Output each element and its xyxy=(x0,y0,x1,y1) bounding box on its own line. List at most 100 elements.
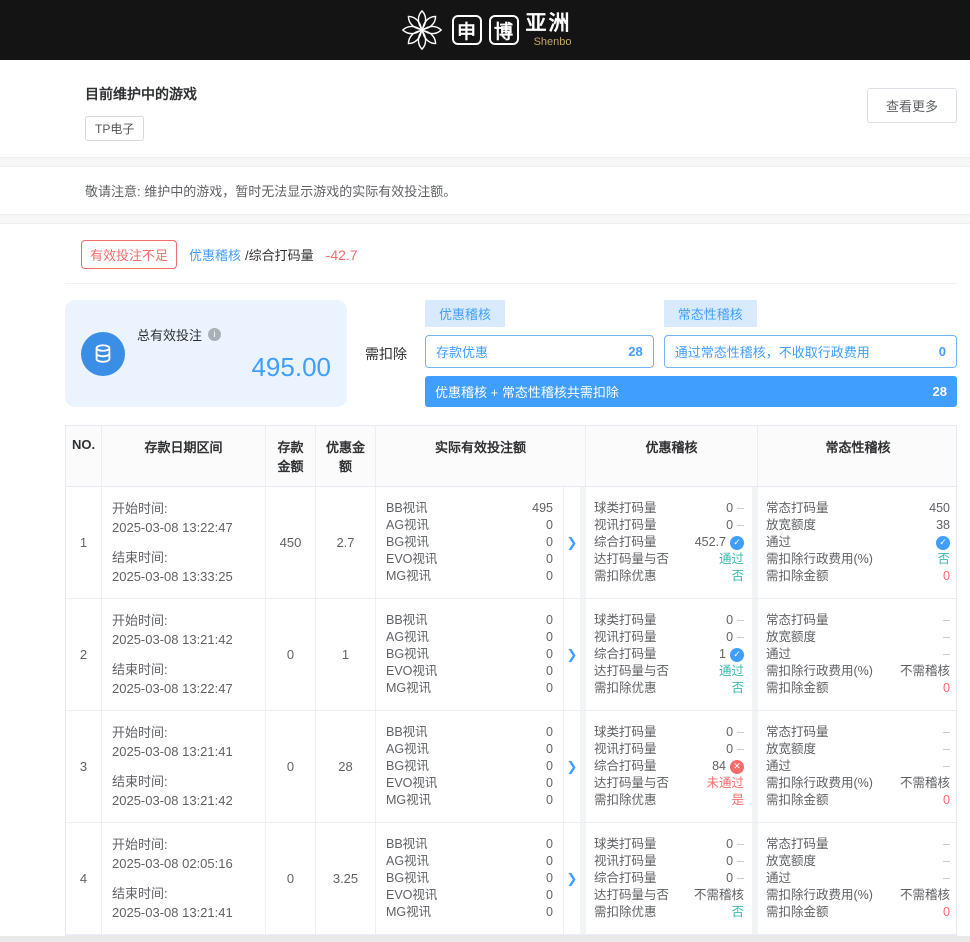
dash-icon: – xyxy=(737,853,744,870)
maintenance-notice: 敬请注意: 维护中的游戏，暂时无法显示游戏的实际有效投注额。 xyxy=(65,167,957,214)
audit-item-value-wrap: 38 xyxy=(936,517,950,534)
logo-region-text: 亚洲 xyxy=(526,13,572,34)
promo-deduction-value: 28 xyxy=(628,344,642,359)
table-row: 4开始时间:2025-03-08 02:05:16结束时间:2025-03-08… xyxy=(66,823,956,935)
section-divider xyxy=(0,214,970,224)
logo-flower-icon xyxy=(399,7,445,53)
tab-normal-audit[interactable]: 常态性稽核 xyxy=(664,300,757,327)
audit-item: 球类打码量0– xyxy=(594,836,744,853)
bet-platform-value: 0 xyxy=(546,741,553,758)
chevron-right-icon[interactable]: ❯ xyxy=(567,759,578,775)
bet-platform-label: EVO视讯 xyxy=(386,887,437,904)
composite-volume-value: -42.7 xyxy=(326,247,358,263)
deposit-date-range: 开始时间:2025-03-08 02:05:16结束时间:2025-03-08 … xyxy=(102,823,266,935)
end-time-value: 2025-03-08 13:33:25 xyxy=(112,567,257,587)
deposit-date-range: 开始时间:2025-03-08 13:21:41结束时间:2025-03-08 … xyxy=(102,711,266,823)
end-time-label: 结束时间: xyxy=(112,548,257,568)
promo-deduction-label: 存款优惠 xyxy=(436,342,488,361)
audit-item-label: 需扣除行政费用(%) xyxy=(766,775,873,792)
audit-item: 放宽额度 – xyxy=(766,741,950,758)
audit-item-value: – xyxy=(943,724,950,741)
bet-platform-row: EVO视讯0 xyxy=(386,551,553,568)
audit-item-value: 0 xyxy=(726,500,733,517)
row-number: 2 xyxy=(66,599,102,711)
bonus-amount: 2.7 xyxy=(316,487,376,599)
check-icon: ✓ xyxy=(730,648,744,662)
audit-item-value: 不需稽核 xyxy=(900,775,950,792)
deposit-amount: 0 xyxy=(266,599,316,711)
audit-item-value-wrap: 否 xyxy=(731,904,744,921)
chevron-right-icon[interactable]: ❯ xyxy=(567,535,578,551)
end-time-label: 结束时间: xyxy=(112,772,257,792)
bet-platform-row: MG视讯0 xyxy=(386,792,553,809)
audit-item-value-wrap: 0– xyxy=(726,870,744,887)
audit-item-value-wrap: 不需稽核 xyxy=(900,775,950,792)
audit-item-value: – xyxy=(943,629,950,646)
bet-platform-row: BG视讯0 xyxy=(386,870,553,887)
header-no: NO. xyxy=(66,426,102,487)
audit-item-value: 0 xyxy=(726,836,733,853)
audit-item-label: 需扣除金额 xyxy=(766,680,829,697)
tab-promo-audit[interactable]: 优惠稽核 xyxy=(425,300,505,327)
audit-item: 常态打码量– xyxy=(766,836,950,853)
audit-item: 通过✓ xyxy=(766,534,950,551)
audit-item-label: 放宽额度 xyxy=(766,741,816,758)
logo-english-text: Shenbo xyxy=(534,37,572,48)
audit-item-label: 达打码量与否 xyxy=(594,775,669,792)
bet-platform-value: 0 xyxy=(546,534,553,551)
bet-platform-row: BB视讯0 xyxy=(386,724,553,741)
audit-item: 常态打码量– xyxy=(766,612,950,629)
start-time-value: 2025-03-08 13:22:47 xyxy=(112,518,257,538)
deposit-date-range: 开始时间:2025-03-08 13:21:42结束时间:2025-03-08 … xyxy=(102,599,266,711)
bet-platform-label: BB视讯 xyxy=(386,500,428,517)
audit-item-value: 未通过 xyxy=(706,775,744,792)
normal-deduction-box: 通过常态性稽核，不收取行政费用 0 xyxy=(664,335,957,368)
chevron-right-icon[interactable]: ❯ xyxy=(567,647,578,663)
total-valid-bets-label: 总有效投注 xyxy=(137,325,202,344)
audit-item-value-wrap: 0– xyxy=(726,612,744,629)
deposit-amount: 0 xyxy=(266,711,316,823)
coins-icon xyxy=(81,332,125,376)
row-number: 3 xyxy=(66,711,102,823)
audit-item-value-wrap: 1✓ xyxy=(719,646,744,663)
normal-deduction-label: 通过常态性稽核，不收取行政费用 xyxy=(675,342,870,361)
audit-item-value: 0 xyxy=(726,741,733,758)
audit-item-value: 0 xyxy=(943,792,950,809)
header-normal-audit: 常态性稽核 xyxy=(758,426,958,487)
total-deduction-value: 28 xyxy=(933,384,947,399)
spacer xyxy=(112,650,257,660)
audit-item-value-wrap: 不需稽核 xyxy=(900,887,950,904)
expand-cell: ❯ xyxy=(564,823,580,935)
bet-platform-label: BB视讯 xyxy=(386,724,428,741)
bet-platform-label: BG视讯 xyxy=(386,758,429,775)
view-more-button[interactable]: 查看更多 xyxy=(867,88,957,123)
promo-audit-link[interactable]: 优惠稽核 xyxy=(189,245,241,264)
table-row: 2开始时间:2025-03-08 13:21:42结束时间:2025-03-08… xyxy=(66,599,956,711)
audit-item: 需扣除优惠否 xyxy=(594,904,744,921)
audit-item-label: 达打码量与否 xyxy=(594,551,669,568)
audit-item-value-wrap: 否 xyxy=(731,568,744,585)
bet-platform-label: BG视讯 xyxy=(386,646,429,663)
audit-item-value: 通过 xyxy=(719,551,744,568)
audit-item: 需扣除金额0 xyxy=(766,904,950,921)
audit-item-value: 通过 xyxy=(719,663,744,680)
bet-platform-row: EVO视讯0 xyxy=(386,663,553,680)
audit-item-label: 需扣除优惠 xyxy=(594,792,657,809)
header-deposit: 存款金额 xyxy=(266,426,316,487)
audit-item-value-wrap: 是 xyxy=(731,792,744,809)
page-bottom-strip xyxy=(0,936,970,942)
bet-platform-row: BB视讯495 xyxy=(386,500,553,517)
total-deduction-label: 优惠稽核 + 常态性稽核共需扣除 xyxy=(435,382,619,401)
end-time-value: 2025-03-08 13:22:47 xyxy=(112,679,257,699)
actual-valid-bets: BB视讯0AG视讯0BG视讯0EVO视讯0MG视讯0 xyxy=(376,599,564,711)
audit-item-value-wrap: 否 xyxy=(937,551,950,568)
audit-item-label: 需扣除优惠 xyxy=(594,680,657,697)
audit-item-value: 450 xyxy=(929,500,950,517)
audit-item-value: 1 xyxy=(719,646,726,663)
bet-platform-label: AG视讯 xyxy=(386,741,429,758)
bet-platform-value: 0 xyxy=(546,887,553,904)
info-icon[interactable]: i xyxy=(208,328,221,341)
bet-platform-row: MG视讯0 xyxy=(386,680,553,697)
chevron-right-icon[interactable]: ❯ xyxy=(567,871,578,887)
audit-item-value-wrap: – xyxy=(943,741,950,758)
